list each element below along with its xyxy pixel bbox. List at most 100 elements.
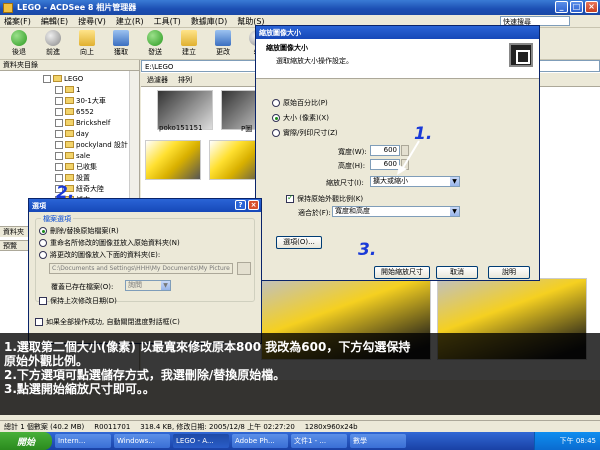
radio-indicator[interactable] — [39, 251, 47, 259]
resize-dialog-header: 縮放圖像大小 選取縮放大小操作設定。 — [256, 39, 539, 79]
tree-item[interactable]: 30-1大車 — [0, 95, 139, 106]
filter-button[interactable]: 過濾器 — [147, 75, 168, 85]
toolbar-forward-button[interactable]: 前進 — [38, 30, 68, 57]
start-button[interactable]: 開始 — [0, 432, 52, 450]
taskbar-item[interactable]: 數學 — [350, 434, 406, 448]
step-3-marker: 3. — [358, 240, 377, 260]
options-dialog: 選項 ? × 檔案選項 刪除/替換原始檔案(R) 重命名所修改的圖像並放入原始資… — [28, 198, 262, 344]
tree-item[interactable]: day — [0, 128, 139, 139]
send-icon — [147, 30, 163, 46]
radio-print-size[interactable]: 實際/列印尺寸(Z) — [272, 128, 338, 138]
tree-item[interactable]: pockyland 設計 — [0, 139, 139, 150]
start-resize-button[interactable]: 開始縮放尺寸 — [374, 266, 430, 279]
folder-path-field[interactable]: C:\Documents and Settings\HHH\My Documen… — [49, 263, 233, 274]
close-when-done-checkbox[interactable]: 如果全部操作成功, 自動關閉進度對話框(C) — [35, 317, 180, 327]
instruction-line-2: 原始外觀比例。 — [4, 354, 89, 368]
radio-other-folder[interactable]: 將更改的圖像放入下面的資料夾(E): — [39, 250, 160, 260]
status-bar: 總計 1 個數案 (40.2 MB) R0011701 318.4 KB, 修改… — [0, 420, 600, 432]
tree-item[interactable]: 設置 — [0, 172, 139, 183]
menu-file[interactable]: 檔案(F) — [4, 16, 31, 27]
taskbar-item[interactable]: 文件1 - ... — [291, 434, 347, 448]
acdsee-app-icon — [3, 2, 13, 13]
tree-item[interactable]: 已收集 — [0, 161, 139, 172]
sort-button[interactable]: 排列 — [178, 75, 192, 85]
options-dialog-title: 選項 — [32, 201, 46, 210]
resize-dialog-title: 縮放圖像大小 — [259, 28, 301, 37]
menu-create[interactable]: 建立(R) — [116, 16, 144, 27]
tree-item[interactable]: 6552 — [0, 106, 139, 117]
radio-percent[interactable]: 原始百分比(P) — [272, 98, 328, 108]
taskbar-item[interactable]: Adobe Ph... — [232, 434, 288, 448]
radio-pixels[interactable]: 大小 (像素)(X) — [272, 113, 329, 123]
overwrite-select[interactable]: 詢問 ▼ — [125, 280, 171, 291]
taskbar-item[interactable]: Intern... — [55, 434, 111, 448]
toolbar-create-button[interactable]: 建立 — [174, 30, 204, 57]
resize-icon — [509, 43, 533, 67]
toolbar-acquire-button[interactable]: 獲取 — [106, 30, 136, 57]
height-label: 高度(H): — [338, 162, 366, 170]
radio-rename[interactable]: 重命名所修改的圖像並放入原始資料夾(N) — [39, 238, 180, 248]
folder-icon — [65, 141, 74, 148]
keep-date-checkbox[interactable]: 保持上次修改日期(D) — [39, 296, 117, 306]
status-total: 總計 1 個數案 (40.2 MB) — [4, 422, 85, 431]
back-arrow-icon — [11, 30, 27, 46]
close-button[interactable]: × — [585, 1, 598, 13]
resize-header-title: 縮放圖像大小 — [266, 44, 308, 52]
window-title: LEGO - ACDSee 8 相片管理器 — [17, 3, 137, 12]
chevron-down-icon: ▼ — [161, 281, 170, 290]
folder-icon — [65, 152, 74, 159]
clock: 下午 08:45 — [559, 437, 596, 445]
checkbox-indicator[interactable] — [35, 318, 43, 326]
toolbar-up-button[interactable]: 向上 — [72, 30, 102, 57]
toolbar-edit-button[interactable]: 更改 — [208, 30, 238, 57]
tree-item[interactable]: Brickshelf — [0, 117, 139, 128]
thumbnail-label: poko151151 — [159, 124, 203, 132]
toolbar-back-button[interactable]: 後退 — [4, 30, 34, 57]
menu-search[interactable]: 搜尋(V) — [78, 16, 106, 27]
resize-header-subtitle: 選取縮放大小操作設定。 — [276, 57, 353, 65]
width-label: 寬度(W): — [338, 148, 367, 156]
radio-replace-original[interactable]: 刪除/替換原始檔案(R) — [39, 226, 119, 236]
radio-indicator[interactable] — [272, 114, 280, 122]
fit-to-label: 適合於(F): — [298, 209, 331, 217]
instruction-line-3: 2.下方選項可點選儲存方式，我選刪除/替換原始檔。 — [4, 368, 286, 382]
taskbar: 開始 Intern... Windows... LEGO - A... Adob… — [0, 432, 600, 450]
folder-icon — [65, 119, 74, 126]
taskbar-item[interactable]: Windows... — [114, 434, 170, 448]
folder-panel-scrollbar[interactable] — [129, 71, 139, 211]
radio-indicator[interactable] — [39, 227, 47, 235]
thumbnail[interactable] — [145, 140, 201, 180]
radio-indicator[interactable] — [39, 239, 47, 247]
menu-database[interactable]: 數據庫(D) — [191, 16, 227, 27]
help-icon[interactable]: ? — [235, 200, 246, 210]
radio-indicator[interactable] — [272, 129, 280, 137]
close-icon[interactable]: × — [248, 200, 259, 210]
step-1-arrow — [397, 140, 420, 175]
folder-icon — [65, 130, 74, 137]
window-titlebar: LEGO - ACDSee 8 相片管理器 _ □ × — [0, 0, 600, 15]
options-button[interactable]: 選項(O)... — [276, 236, 322, 249]
tree-item[interactable]: 1 — [0, 84, 139, 95]
checkbox-indicator[interactable] — [39, 297, 47, 305]
minimize-button[interactable]: _ — [555, 1, 568, 13]
resize-dialog-titlebar: 縮放圖像大小 — [256, 26, 539, 39]
tree-item[interactable]: LEGO — [0, 73, 139, 84]
menu-edit[interactable]: 編輯(E) — [41, 16, 68, 27]
tree-item[interactable]: sale — [0, 150, 139, 161]
browse-folder-button[interactable] — [237, 262, 251, 275]
folder-icon — [53, 75, 62, 82]
forward-arrow-icon — [45, 30, 61, 46]
maximize-button[interactable]: □ — [570, 1, 583, 13]
chevron-down-icon: ▼ — [450, 207, 459, 216]
checkbox-indicator[interactable] — [286, 193, 294, 203]
cancel-button[interactable]: 取消 — [436, 266, 478, 279]
toolbar-send-button[interactable]: 發送 — [140, 30, 170, 57]
create-icon — [181, 30, 197, 46]
fit-to-select[interactable]: 寬度和高度 ▼ — [332, 206, 460, 217]
up-folder-icon — [79, 30, 95, 46]
radio-indicator[interactable] — [272, 99, 280, 107]
taskbar-item-active[interactable]: LEGO - A... — [173, 434, 229, 448]
help-button[interactable]: 說明 — [488, 266, 530, 279]
keep-ratio-checkbox[interactable]: 保持原始外觀比例(K) — [286, 193, 363, 204]
menu-tools[interactable]: 工具(T) — [154, 16, 181, 27]
